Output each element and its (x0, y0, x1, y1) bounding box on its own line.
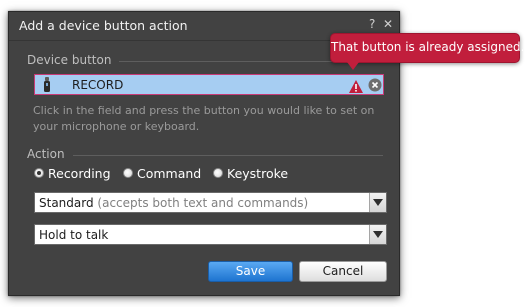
dropdown-arrow-icon[interactable] (369, 225, 386, 244)
radio-label: Recording (48, 166, 111, 181)
dropdown-arrow-icon[interactable] (369, 193, 386, 212)
trigger-select-value: Hold to talk (39, 228, 109, 242)
clear-icon[interactable] (368, 77, 382, 96)
mode-select-note: (accepts both text and commands) (97, 196, 309, 210)
mode-select-value: Standard (accepts both text and commands… (39, 196, 309, 210)
radio-label: Command (137, 166, 202, 181)
save-button[interactable]: Save (208, 261, 293, 282)
close-button[interactable]: ✕ (383, 17, 393, 31)
action-section-label: Action (27, 147, 65, 161)
device-button-hint: Click in the field and press the button … (33, 104, 375, 133)
cancel-button[interactable]: Cancel (299, 261, 387, 282)
help-button[interactable]: ? (369, 17, 375, 31)
error-tooltip-text: That button is already assigned. (331, 40, 525, 54)
radio-button[interactable] (213, 168, 223, 178)
mode-select[interactable]: Standard (accepts both text and commands… (34, 192, 387, 213)
device-button-field[interactable]: RECORD (34, 74, 384, 95)
section-divider (73, 155, 383, 156)
dialog-title: Add a device button action (19, 18, 188, 33)
radio-button-checked[interactable] (34, 168, 44, 178)
trigger-select[interactable]: Hold to talk (34, 224, 387, 245)
error-tooltip: That button is already assigned. (330, 33, 525, 70)
microphone-icon (43, 77, 51, 97)
radio-button[interactable] (123, 168, 133, 178)
device-button-value: RECORD (72, 78, 124, 92)
device-button-section-label: Device button (27, 53, 112, 67)
radio-label: Keystroke (227, 166, 289, 181)
warning-icon (349, 78, 363, 97)
